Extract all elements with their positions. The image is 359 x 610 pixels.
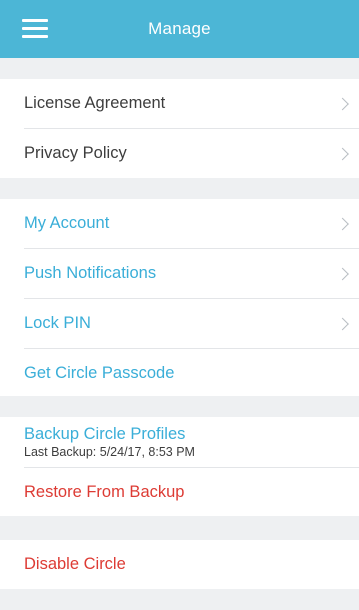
disable-circle-label: Disable Circle [24,555,126,573]
backup-profiles-row[interactable]: Backup Circle Profiles Last Backup: 5/24… [24,417,359,468]
get-circle-passcode-label: Get Circle Passcode [24,364,175,382]
push-notifications-label: Push Notifications [24,264,157,282]
bottom-divider [0,589,359,610]
privacy-policy-label: Privacy Policy [24,144,127,162]
lock-pin-label: Lock PIN [24,314,91,332]
last-backup-text: Last Backup: 5/24/17, 8:53 PM [24,445,195,459]
section-divider [0,516,359,540]
page-title: Manage [148,19,211,38]
license-agreement-row[interactable]: License Agreement [24,79,359,129]
my-account-label: My Account [24,214,110,232]
license-agreement-label: License Agreement [24,94,166,112]
my-account-row[interactable]: My Account [24,199,359,249]
lock-pin-row[interactable]: Lock PIN [24,299,359,349]
section-divider [0,178,359,199]
chevron-right-icon [336,267,349,280]
backup-section: Backup Circle Profiles Last Backup: 5/24… [0,417,359,517]
legal-section: License Agreement Privacy Policy [0,79,359,178]
chevron-right-icon [336,147,349,160]
get-circle-passcode-row[interactable]: Get Circle Passcode [24,349,359,398]
backup-profiles-label: Backup Circle Profiles [24,425,186,443]
privacy-policy-row[interactable]: Privacy Policy [24,129,359,178]
section-divider [0,396,359,417]
top-app-bar: Manage [0,0,359,58]
hamburger-menu-icon[interactable] [22,17,48,39]
disable-circle-row[interactable]: Disable Circle [24,540,359,589]
restore-backup-row[interactable]: Restore From Backup [24,468,359,517]
push-notifications-row[interactable]: Push Notifications [24,249,359,299]
chevron-right-icon [336,217,349,230]
restore-backup-label: Restore From Backup [24,483,185,501]
chevron-right-icon [336,97,349,110]
disable-section: Disable Circle [0,540,359,589]
section-divider [0,58,359,79]
chevron-right-icon [336,317,349,330]
account-section: My Account Push Notifications Lock PIN G… [0,199,359,398]
